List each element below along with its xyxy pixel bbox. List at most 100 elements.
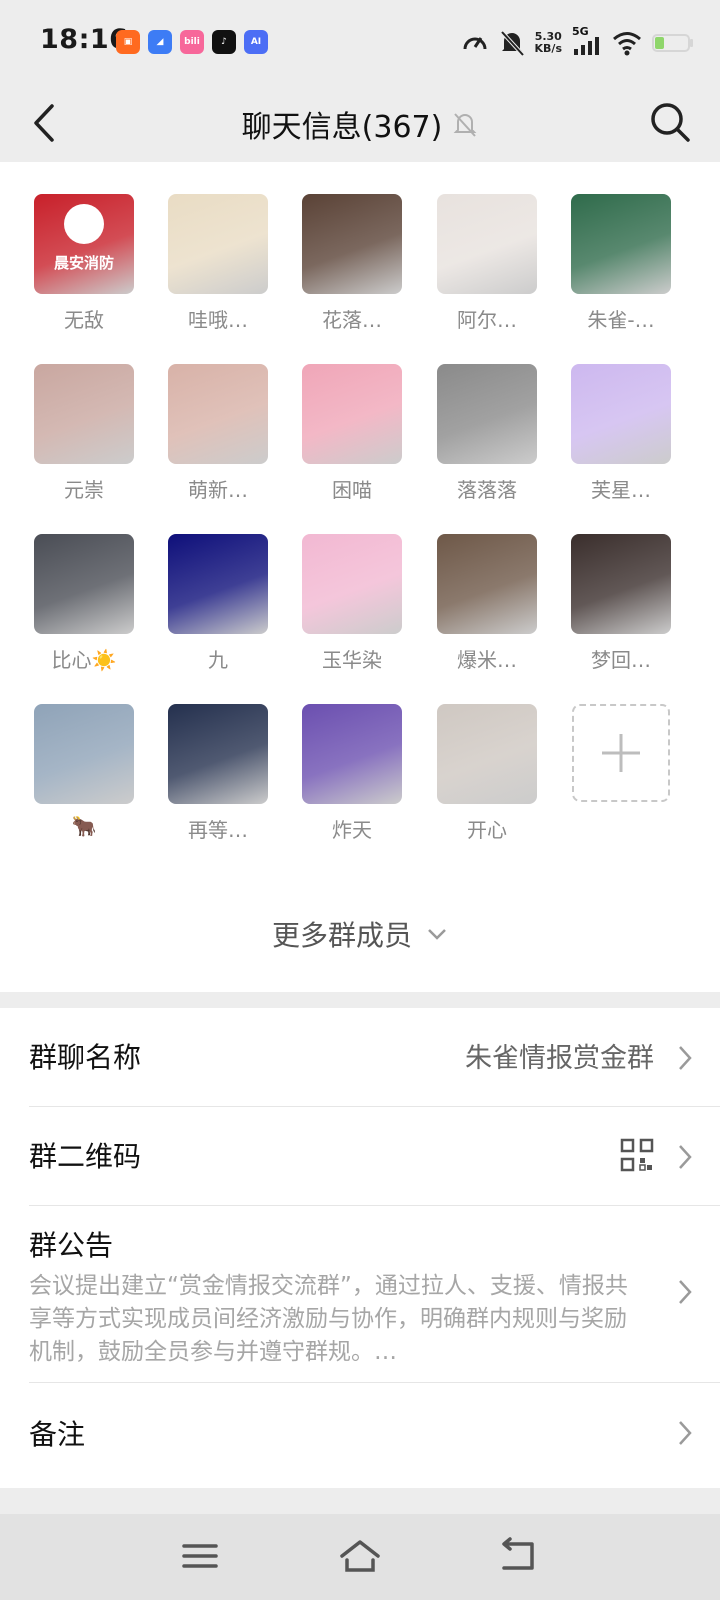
menu-icon[interactable] bbox=[178, 1536, 222, 1576]
system-nav-bar bbox=[0, 1514, 720, 1600]
avatar[interactable] bbox=[437, 704, 537, 804]
avatar[interactable]: 晨安消防 bbox=[34, 194, 134, 294]
avatar[interactable] bbox=[437, 364, 537, 464]
avatar[interactable] bbox=[302, 534, 402, 634]
avatar-logo-text: 晨安消防 bbox=[53, 254, 114, 272]
more-members-label: 更多群成员 bbox=[271, 919, 412, 952]
avatar[interactable] bbox=[437, 534, 537, 634]
member-item[interactable]: 爆米… bbox=[427, 534, 547, 673]
group-qr-row[interactable]: 群二维码 bbox=[0, 1107, 720, 1205]
avatar[interactable] bbox=[168, 364, 268, 464]
member-item[interactable]: 落落落 bbox=[427, 364, 547, 503]
avatar[interactable] bbox=[168, 534, 268, 634]
member-item[interactable]: 晨安消防 无敌 bbox=[24, 194, 144, 333]
battery-icon bbox=[652, 34, 693, 52]
avatar[interactable] bbox=[168, 704, 268, 804]
member-name: 落落落 bbox=[457, 478, 517, 502]
member-item[interactable]: 🐂 bbox=[24, 704, 144, 838]
member-item[interactable]: 再等… bbox=[158, 704, 278, 843]
avatar[interactable] bbox=[302, 364, 402, 464]
browser-icon: ◢ bbox=[148, 30, 172, 54]
chevron-down-icon bbox=[428, 929, 446, 940]
page-title-container: 聊天信息(367) bbox=[0, 102, 720, 146]
member-name: 开心 bbox=[467, 818, 507, 842]
member-name: 阿尔… bbox=[457, 308, 517, 332]
chevron-right-icon bbox=[679, 1145, 692, 1169]
member-item[interactable]: 花落… bbox=[292, 194, 412, 333]
member-item[interactable]: 芙星… bbox=[561, 364, 681, 503]
member-item[interactable]: 萌新… bbox=[158, 364, 278, 503]
group-name-label: 群聊名称 bbox=[29, 1041, 142, 1074]
bell-slash-icon bbox=[453, 113, 477, 137]
bell-slash-icon bbox=[500, 30, 524, 57]
member-name: 元崇 bbox=[64, 478, 104, 502]
avatar-emblem bbox=[64, 204, 104, 244]
avatar[interactable] bbox=[437, 194, 537, 294]
cell-signal-icon: 5G bbox=[572, 25, 602, 57]
network-speed: 5.30 KB/s bbox=[534, 30, 562, 55]
member-item[interactable]: 炸天 bbox=[292, 704, 412, 843]
group-notice-text: 会议提出建立“赏金情报交流群”，通过拉人、支援、情报共享等方式实现成员间经济激励… bbox=[29, 1273, 628, 1365]
group-name-row[interactable]: 群聊名称 朱雀情报赏金群 bbox=[0, 1008, 720, 1106]
group-qr-label: 群二维码 bbox=[29, 1140, 142, 1173]
member-name: 比心☀️ bbox=[51, 648, 117, 672]
avatar[interactable] bbox=[34, 364, 134, 464]
group-notice-label: 群公告 bbox=[29, 1229, 114, 1262]
member-name: 花落… bbox=[322, 308, 382, 332]
avatar[interactable] bbox=[571, 364, 671, 464]
wifi-icon bbox=[613, 32, 641, 56]
chevron-right-icon bbox=[679, 1046, 692, 1070]
return-icon[interactable] bbox=[496, 1536, 540, 1576]
member-item[interactable]: 九 bbox=[158, 534, 278, 673]
remark-row[interactable]: 备注 bbox=[0, 1383, 720, 1481]
avatar[interactable] bbox=[571, 194, 671, 294]
member-name: 芙星… bbox=[591, 478, 651, 502]
page-title: 聊天信息(367) bbox=[241, 110, 443, 145]
member-name: 哇哦… bbox=[188, 308, 248, 332]
qr-code-icon bbox=[620, 1138, 654, 1172]
member-item[interactable]: 元崇 bbox=[24, 364, 144, 503]
member-item[interactable]: 开心 bbox=[427, 704, 547, 843]
member-item[interactable]: 朱雀-… bbox=[561, 194, 681, 333]
avatar[interactable] bbox=[34, 704, 134, 804]
member-item[interactable]: 玉华染 bbox=[292, 534, 412, 673]
member-name: 困喵 bbox=[332, 478, 372, 502]
bilibili-icon: bili bbox=[180, 30, 204, 54]
member-item[interactable]: 困喵 bbox=[292, 364, 412, 503]
add-member-button[interactable] bbox=[561, 704, 681, 802]
group-settings: 群聊名称 朱雀情报赏金群 群二维码 群公告 会议提出建立“赏金情报交流群”，通过… bbox=[0, 1008, 720, 1488]
member-name: 萌新… bbox=[188, 478, 248, 502]
group-notice-row[interactable]: 群公告 会议提出建立“赏金情报交流群”，通过拉人、支援、情报共享等方式实现成员间… bbox=[0, 1206, 720, 1382]
speedometer-icon bbox=[463, 37, 487, 50]
member-item[interactable]: 哇哦… bbox=[158, 194, 278, 333]
status-bar: 18:16 ▣ ◢ bili ♪ AI 5.30 KB/s 5G bbox=[0, 0, 720, 84]
kuaishou-icon: ▣ bbox=[116, 30, 140, 54]
member-name: 玉华染 bbox=[322, 648, 382, 672]
member-name: 无敌 bbox=[64, 308, 104, 332]
avatar[interactable] bbox=[168, 194, 268, 294]
title-bar: 聊天信息(367) bbox=[0, 84, 720, 162]
status-indicators: 5.30 KB/s 5G bbox=[461, 25, 693, 60]
more-members-button[interactable]: 更多群成员 bbox=[0, 914, 720, 954]
plus-icon[interactable] bbox=[572, 704, 670, 802]
avatar[interactable] bbox=[34, 534, 134, 634]
member-name: 再等… bbox=[188, 818, 248, 842]
search-icon[interactable] bbox=[644, 96, 696, 148]
home-icon[interactable] bbox=[338, 1536, 382, 1576]
avatar[interactable] bbox=[571, 534, 671, 634]
member-name: 爆米… bbox=[457, 648, 517, 672]
members-panel: 晨安消防 无敌 哇哦… 花落… 阿尔… 朱雀-… 元崇 萌新… 困喵 落落落 芙星… 比心☀️ 九玉华染… bbox=[0, 162, 720, 992]
avatar[interactable] bbox=[302, 194, 402, 294]
member-name: 朱雀-… bbox=[587, 308, 655, 332]
member-name: 炸天 bbox=[332, 818, 372, 842]
notification-app-icons: ▣ ◢ bili ♪ AI bbox=[116, 30, 268, 54]
member-item[interactable]: 比心☀️ bbox=[24, 534, 144, 673]
remark-label: 备注 bbox=[29, 1418, 86, 1451]
member-item[interactable]: 梦回… bbox=[561, 534, 681, 673]
member-item[interactable]: 阿尔… bbox=[427, 194, 547, 333]
avatar[interactable] bbox=[302, 704, 402, 804]
member-name: 梦回… bbox=[591, 648, 651, 672]
ai-assistant-icon: AI bbox=[244, 30, 268, 54]
group-name-value: 朱雀情报赏金群 bbox=[465, 1043, 654, 1074]
member-name: 🐂 bbox=[71, 814, 97, 838]
